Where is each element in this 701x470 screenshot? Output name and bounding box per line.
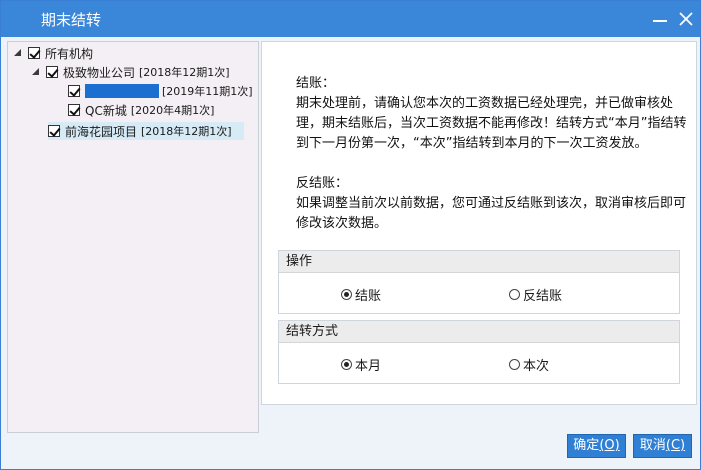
radio-button[interactable] [509,289,520,300]
content-panel: 结账： 期末处理前，请确认您本次的工资数据已经处理完，并已做审核处理，期末结账后… [261,41,697,405]
tree-checkbox[interactable] [46,66,58,78]
radio-close[interactable]: 结账 [341,285,381,304]
minimize-icon [653,20,667,22]
tree-node-company[interactable]: 极致物业公司 [2018年12期1次] [32,63,230,81]
close-icon [679,12,693,26]
redacted-label [85,84,159,98]
tree-node-child2[interactable]: QC新城 [2020年4期1次] [68,101,214,119]
reverse-description: 如果调整当前次以前数据，您可通过反结账到该次，取消审核后即可修改该次数据。 [296,196,687,231]
radio-label: 本月 [355,359,382,374]
minimize-button[interactable] [649,9,671,29]
cancel-label: 取消 [639,438,666,453]
tree-node-label: 前海花园项目 [65,124,138,139]
radio-this-month[interactable]: 本月 [341,355,381,374]
tree-node-label: QC新城 [85,103,127,118]
tree-node-project[interactable]: 前海花园项目 [2018年12期1次] [48,122,244,140]
tree-node-label: 所有机构 [45,46,94,61]
tree-node-root[interactable]: 所有机构 [14,44,93,62]
tree-node-child1[interactable]: [2019年11期1次] [68,82,253,100]
instructions: 结账： 期末处理前，请确认您本次的工资数据已经处理完，并已做审核处理，期末结账后… [296,74,688,234]
carry-method-header: 结转方式 [279,321,679,343]
tree-checkbox[interactable] [68,85,80,97]
radio-button[interactable] [341,359,352,370]
tree-node-period: [2018年12期1次] [139,66,230,79]
organization-tree: 所有机构 极致物业公司 [2018年12期1次] [2019年11期1次] QC… [7,41,259,433]
radio-reverse-close[interactable]: 反结账 [509,285,562,304]
ok-button[interactable]: 确定(O) [567,434,626,458]
operation-group: 操作 结账 反结账 [278,250,680,314]
tree-node-label: 极致物业公司 [63,65,136,80]
tree-checkbox[interactable] [68,104,80,116]
radio-button[interactable] [509,359,520,370]
close-title: 结账： [296,76,336,91]
tree-node-period: [2018年12期1次] [141,125,232,138]
ok-label: 确定 [573,438,600,453]
cancel-shortcut: (C) [665,438,686,453]
radio-this-time[interactable]: 本次 [509,355,549,374]
reverse-title: 反结账： [296,176,349,191]
ok-shortcut: (O) [599,438,620,453]
period-end-dialog: 期末结转 所有机构 极致物业公司 [2018年12期1次] [2019年11期1… [0,0,701,470]
tree-checkbox[interactable] [28,47,40,59]
close-description: 期末处理前，请确认您本次的工资数据已经处理完，并已做审核处理，期末结账后，当次工… [296,96,687,151]
title-bar: 期末结转 [1,1,700,37]
cancel-button[interactable]: 取消(C) [633,434,692,458]
expand-arrow-icon[interactable] [14,49,22,57]
tree-node-period: [2019年11期1次] [162,85,253,98]
tree-checkbox[interactable] [48,125,60,137]
tree-node-period: [2020年4期1次] [130,104,215,117]
radio-label: 结账 [355,289,382,304]
radio-button[interactable] [341,289,352,300]
operation-header: 操作 [279,251,679,273]
radio-label: 反结账 [523,289,563,304]
expand-arrow-icon[interactable] [32,68,40,76]
close-button[interactable] [675,9,697,29]
window-title: 期末结转 [41,11,102,29]
radio-label: 本次 [523,359,550,374]
carry-method-group: 结转方式 本月 本次 [278,320,680,384]
